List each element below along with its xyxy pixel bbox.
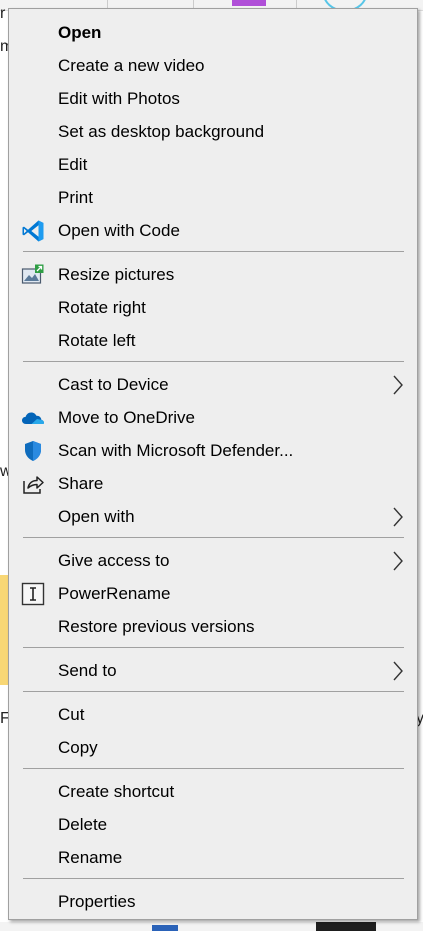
menu-item-label: Share [58,473,104,493]
menu-item-cut[interactable]: Cut [9,698,417,731]
share-icon [21,472,45,496]
bg-purple-thumb [232,0,266,6]
menu-item-label: Delete [58,814,108,834]
menu-item-rotate-left[interactable]: Rotate left [9,324,417,357]
menu-separator [23,878,404,879]
menu-item-copy[interactable]: Copy [9,731,417,764]
menu-item-edit-with-photos[interactable]: Edit with Photos [9,82,417,115]
menu-separator [23,361,404,362]
menu-item-create-video[interactable]: Create a new video [9,49,417,82]
menu-item-label: Cast to Device [58,374,169,394]
menu-item-label: Properties [58,891,136,911]
menu-item-open[interactable]: Open [9,16,417,49]
menu-item-label: Restore previous versions [58,616,255,636]
menu-item-delete[interactable]: Delete [9,808,417,841]
menu-item-label: Rename [58,847,123,867]
menu-item-move-to-onedrive[interactable]: Move to OneDrive [9,401,417,434]
bg-dark-thumb [316,922,376,931]
menu-item-label: Rotate right [58,297,146,317]
menu-item-label: Open with [58,506,135,526]
chevron-right-icon [391,660,405,682]
bg-tile-divider [193,0,194,8]
menu-item-label: Scan with Microsoft Defender... [58,440,294,460]
menu-item-label: Open with Code [58,220,180,240]
powerrename-icon [21,582,45,606]
menu-item-label: Cut [58,704,85,724]
menu-item-properties[interactable]: Properties [9,885,417,918]
bg-tile-divider [107,0,108,8]
bg-folder-thumb [0,575,8,685]
menu-item-cast-to-device[interactable]: Cast to Device [9,368,417,401]
menu-separator [23,537,404,538]
menu-item-label: Print [58,187,93,207]
menu-item-rename[interactable]: Rename [9,841,417,874]
menu-item-label: Resize pictures [58,264,175,284]
menu-separator [23,691,404,692]
image-resizer-icon [21,263,45,287]
menu-item-create-shortcut[interactable]: Create shortcut [9,775,417,808]
onedrive-cloud-icon [21,406,45,430]
menu-item-send-to[interactable]: Send to [9,654,417,687]
chevron-right-icon [391,374,405,396]
vscode-icon [21,219,45,243]
menu-item-set-desktop-background[interactable]: Set as desktop background [9,115,417,148]
menu-item-give-access-to[interactable]: Give access to [9,544,417,577]
menu-item-label: Send to [58,660,117,680]
menu-item-label: Open [58,22,102,42]
chevron-right-icon [391,506,405,528]
bg-text-fragment: r [0,5,6,22]
bg-tile-divider [296,0,297,8]
menu-item-scan-with-defender[interactable]: Scan with Microsoft Defender... [9,434,417,467]
menu-item-label: Set as desktop background [58,121,265,141]
context-menu: Open Create a new video Edit with Photos… [8,8,418,920]
menu-item-label: Move to OneDrive [58,407,195,427]
menu-item-powerrename[interactable]: PowerRename [9,577,417,610]
menu-item-share[interactable]: Share [9,467,417,500]
menu-item-label: Edit with Photos [58,88,180,108]
menu-separator [23,647,404,648]
menu-item-label: Give access to [58,550,170,570]
menu-item-print[interactable]: Print [9,181,417,214]
menu-item-rotate-right[interactable]: Rotate right [9,291,417,324]
menu-item-label: Create a new video [58,55,205,75]
menu-item-label: Rotate left [58,330,136,350]
menu-item-edit[interactable]: Edit [9,148,417,181]
menu-item-restore-previous-versions[interactable]: Restore previous versions [9,610,417,643]
menu-item-label: Copy [58,737,98,757]
menu-item-open-with-code[interactable]: Open with Code [9,214,417,247]
menu-separator [23,251,404,252]
menu-separator [23,768,404,769]
menu-item-open-with[interactable]: Open with [9,500,417,533]
chevron-right-icon [391,550,405,572]
menu-item-label: Edit [58,154,88,174]
menu-item-label: PowerRename [58,583,171,603]
menu-item-label: Create shortcut [58,781,175,801]
bg-blue-thumb [152,925,178,931]
menu-item-resize-pictures[interactable]: Resize pictures [9,258,417,291]
defender-shield-icon [21,439,45,463]
